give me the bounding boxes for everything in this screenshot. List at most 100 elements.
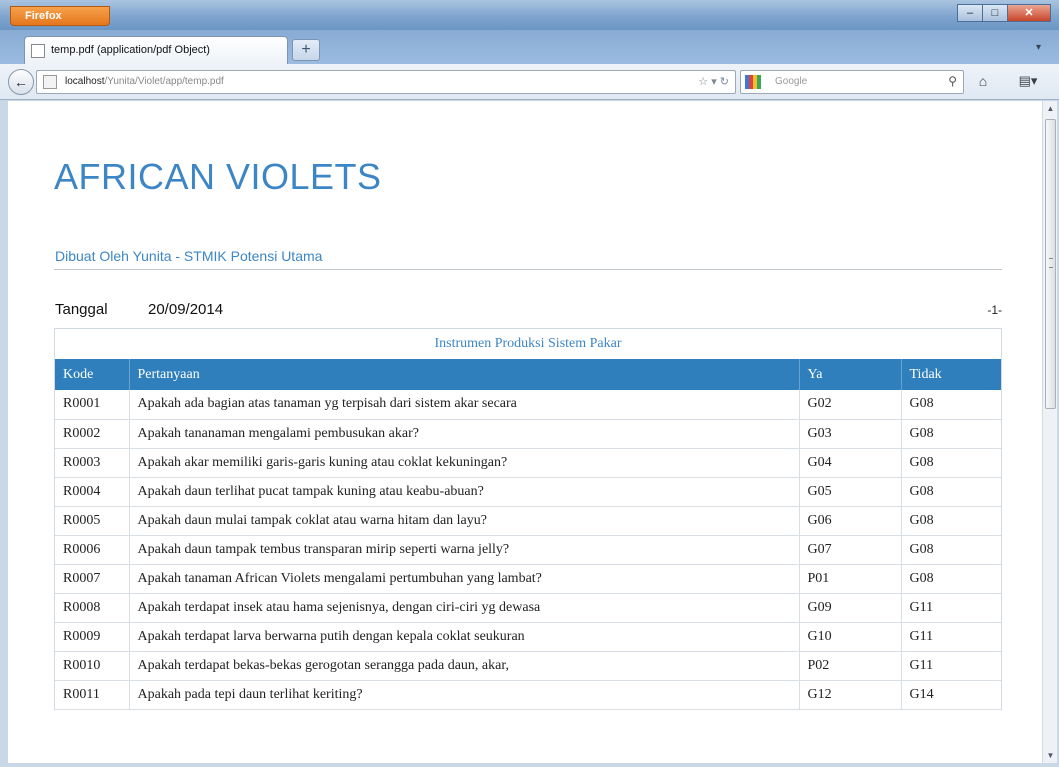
cell-pertanyaan: Apakah ada bagian atas tanaman yg terpis…: [129, 390, 800, 420]
page-icon: [31, 44, 45, 58]
date-label: Tanggal: [55, 301, 108, 318]
new-tab-button[interactable]: +: [292, 39, 320, 61]
cell-kode: R0001: [55, 390, 130, 420]
search-icon[interactable]: ⚲: [948, 74, 957, 88]
cell-kode: R0010: [55, 651, 130, 681]
cell-ya: G10: [799, 622, 902, 652]
cell-kode: R0004: [55, 477, 130, 507]
title-bar: Firefox – □ ✕: [0, 0, 1059, 30]
cell-tidak: G11: [901, 593, 1001, 623]
vertical-scrollbar[interactable]: ▲ ▼: [1042, 101, 1057, 763]
cell-pertanyaan: Apakah daun mulai tampak coklat atau war…: [129, 506, 800, 536]
cell-tidak: G11: [901, 622, 1001, 652]
tab-strip: temp.pdf (application/pdf Object) + ▾: [0, 30, 1059, 64]
table-row: R0011 Apakah pada tepi daun terlihat keri…: [55, 680, 1001, 710]
url-path: /Yunita/Violet/app/temp.pdf: [104, 76, 224, 87]
cell-tidak: G08: [901, 535, 1001, 565]
cell-kode: R0002: [55, 419, 130, 449]
cell-ya: G07: [799, 535, 902, 565]
cell-tidak: G08: [901, 419, 1001, 449]
cell-tidak: G08: [901, 506, 1001, 536]
table-row: R0003 Apakah akar memiliki garis-garis ku…: [55, 448, 1001, 478]
site-identity-icon[interactable]: [43, 75, 57, 89]
table-row: R0005 Apakah daun mulai tampak coklat ata…: [55, 506, 1001, 536]
cell-tidak: G08: [901, 564, 1001, 594]
cell-kode: R0003: [55, 448, 130, 478]
firefox-menu-button[interactable]: Firefox: [10, 6, 110, 26]
cell-tidak: G08: [901, 390, 1001, 420]
cell-ya: P01: [799, 564, 902, 594]
cell-kode: R0007: [55, 564, 130, 594]
cell-ya: G12: [799, 680, 902, 710]
cell-ya: P02: [799, 651, 902, 681]
column-header-tidak: Tidak: [901, 359, 1001, 390]
scroll-thumb[interactable]: [1045, 119, 1056, 409]
close-icon[interactable]: ✕: [1007, 4, 1051, 22]
pdf-viewport[interactable]: AFRICAN VIOLETS Dibuat Oleh Yunita - STM…: [8, 101, 1042, 763]
home-icon[interactable]: ⌂: [970, 70, 996, 94]
table-row: R0009 Apakah terdapat larva berwarna puti…: [55, 622, 1001, 652]
minimize-icon[interactable]: –: [957, 4, 983, 22]
cell-ya: G09: [799, 593, 902, 623]
cell-pertanyaan: Apakah daun terlihat pucat tampak kuning…: [129, 477, 800, 507]
grip-icon: [1049, 258, 1053, 268]
cell-ya: G02: [799, 390, 902, 420]
cell-pertanyaan: Apakah terdapat larva berwarna putih den…: [129, 622, 800, 652]
cell-kode: R0005: [55, 506, 130, 536]
column-header-pertanyaan: Pertanyaan: [129, 359, 800, 390]
table-row: R0001 Apakah ada bagian atas tanaman yg t…: [55, 390, 1001, 420]
scroll-down-icon[interactable]: ▼: [1043, 748, 1058, 763]
url-host: localhost: [65, 76, 105, 87]
cell-pertanyaan: Apakah daun tampak tembus transparan mir…: [129, 535, 800, 565]
cell-kode: R0009: [55, 622, 130, 652]
window-controls: – □ ✕: [957, 4, 1051, 24]
table-row: R0006 Apakah daun tampak tembus transpara…: [55, 535, 1001, 565]
table-row: R0002 Apakah tananaman mengalami pembusuk…: [55, 419, 1001, 449]
table-header-row: Kode Pertanyaan Ya Tidak: [55, 359, 1001, 390]
page-number: -1-: [987, 303, 1002, 317]
column-header-kode: Kode: [55, 359, 130, 390]
cell-pertanyaan: Apakah akar memiliki garis-garis kuning …: [129, 448, 800, 478]
cell-pertanyaan: Apakah pada tepi daun terlihat keriting?: [129, 680, 800, 710]
table-row: R0008 Apakah terdapat insek atau hama sej…: [55, 593, 1001, 623]
url-text[interactable]: localhost/Yunita/Violet/app/temp.pdf: [65, 76, 224, 87]
cell-tidak: G08: [901, 477, 1001, 507]
cell-ya: G06: [799, 506, 902, 536]
back-arrow-icon[interactable]: ←: [8, 69, 34, 95]
table-body: R0001 Apakah ada bagian atas tanaman yg t…: [55, 390, 1001, 710]
table-row: R0004 Apakah daun terlihat pucat tampak k…: [55, 477, 1001, 507]
maximize-icon[interactable]: □: [982, 4, 1008, 22]
search-bar[interactable]: Google ⚲: [740, 70, 964, 94]
document-title: AFRICAN VIOLETS: [54, 156, 382, 197]
cell-pertanyaan: Apakah tananaman mengalami pembusukan ak…: [129, 419, 800, 449]
table-row: R0010 Apakah terdapat bekas-bekas gerogot…: [55, 651, 1001, 681]
cell-tidak: G08: [901, 448, 1001, 478]
cell-kode: R0008: [55, 593, 130, 623]
google-icon[interactable]: [745, 75, 761, 89]
date-value: 20/09/2014: [148, 301, 224, 318]
column-header-ya: Ya: [799, 359, 902, 390]
cell-ya: G04: [799, 448, 902, 478]
search-placeholder: Google: [775, 76, 808, 87]
table-row: R0007 Apakah tanaman African Violets meng…: [55, 564, 1001, 594]
cell-ya: G03: [799, 419, 902, 449]
rules-table: Instrumen Produksi Sistem Pakar Kode Per…: [54, 328, 1002, 710]
navigation-bar: ← localhost/Yunita/Violet/app/temp.pdf ☆…: [0, 64, 1059, 100]
url-bar[interactable]: localhost/Yunita/Violet/app/temp.pdf ☆ ▾…: [36, 70, 736, 94]
tab-title: temp.pdf (application/pdf Object): [51, 44, 210, 56]
cell-ya: G05: [799, 477, 902, 507]
cell-tidak: G11: [901, 651, 1001, 681]
list-all-tabs-icon[interactable]: ▾: [1036, 42, 1041, 53]
divider: [54, 269, 1002, 270]
cell-kode: R0011: [55, 680, 130, 710]
cell-pertanyaan: Apakah terdapat insek atau hama sejenisn…: [129, 593, 800, 623]
data-table: Kode Pertanyaan Ya Tidak R0001 Apakah ada…: [55, 359, 1001, 710]
cell-tidak: G14: [901, 680, 1001, 710]
cell-kode: R0006: [55, 535, 130, 565]
scroll-up-icon[interactable]: ▲: [1043, 101, 1058, 116]
bookmarks-menu-icon[interactable]: ▤▾: [1010, 70, 1046, 94]
tab-temp-pdf[interactable]: temp.pdf (application/pdf Object): [24, 36, 288, 64]
document-subtitle: Dibuat Oleh Yunita - STMIK Potensi Utama: [55, 248, 323, 264]
bookmark-star-icon[interactable]: ☆ ▾ ↻: [698, 75, 729, 88]
cell-pertanyaan: Apakah tanaman African Violets mengalami…: [129, 564, 800, 594]
